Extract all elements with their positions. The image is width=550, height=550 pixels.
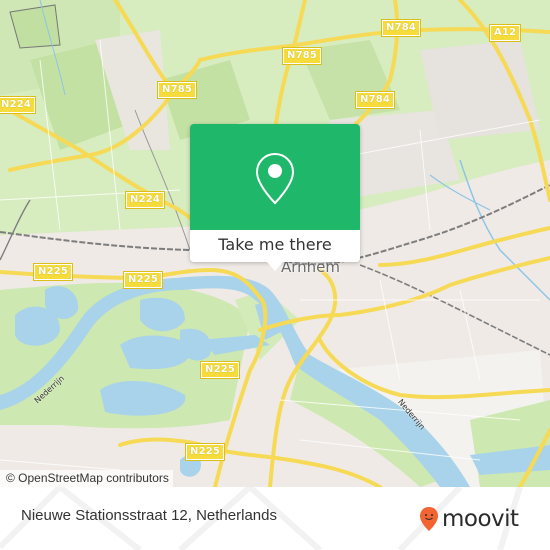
road-shield-n225-west: N225: [32, 263, 74, 281]
road-shield-n225-center: N225: [122, 271, 164, 289]
popup-pointer: [266, 261, 284, 271]
road-shield-n225-south: N225: [199, 361, 241, 379]
road-shield-a12: A12: [488, 24, 522, 42]
road-shield-n785-north: N785: [281, 47, 323, 65]
take-me-there-button[interactable]: Take me there: [190, 230, 360, 262]
footer-bar: Nieuwe Stationsstraat 12, Netherlands mo…: [0, 487, 550, 550]
location-popup: Take me there: [190, 124, 360, 271]
road-shield-n225-bottom: N225: [184, 443, 226, 461]
road-shield-n784-mid: N784: [354, 91, 396, 109]
road-shield-n224-center: N224: [124, 191, 166, 209]
moovit-smiley-pin-icon: [420, 507, 438, 531]
moovit-logo[interactable]: moovit: [419, 506, 519, 532]
road-shield-n224-west: N224: [0, 96, 37, 114]
road-shield-n785-west: N785: [156, 81, 198, 99]
attribution-text: © OpenStreetMap contributors: [6, 471, 169, 485]
map-attribution[interactable]: © OpenStreetMap contributors: [0, 470, 173, 487]
popup-header: [190, 124, 360, 230]
address-text: Nieuwe Stationsstraat 12, Netherlands: [21, 507, 277, 524]
road-shield-n784-north: N784: [380, 19, 422, 37]
moovit-wordmark: moovit: [442, 506, 519, 532]
location-pin-icon: [255, 152, 295, 205]
map-view[interactable]: N224 N785 N785 N784 N784 A12 N224 N225 N…: [0, 0, 550, 487]
